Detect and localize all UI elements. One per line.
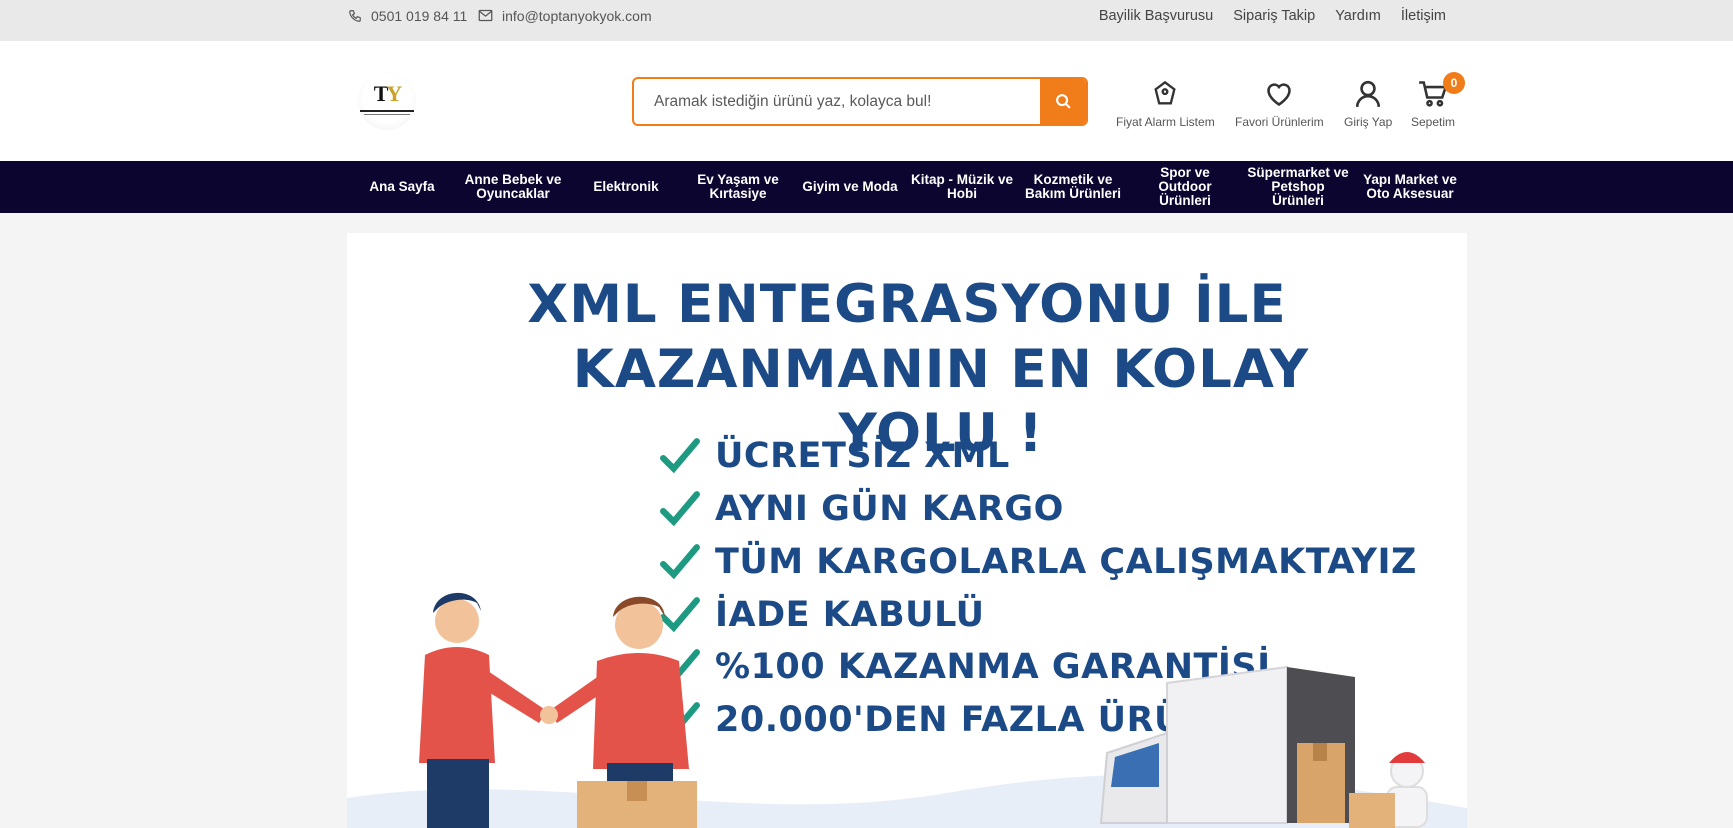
favorites-label: Favori Ürünlerim <box>1235 115 1324 129</box>
phone-icon <box>349 9 361 22</box>
mail-icon <box>478 9 493 22</box>
phone-number: 0501 019 84 11 <box>371 7 468 24</box>
nav-item-home[interactable]: Ana Sayfa <box>360 161 444 213</box>
feature-text: İADE KABULÜ <box>715 595 985 635</box>
cart-label: Sepetim <box>1411 115 1456 129</box>
banner-title-line1: XML ENTEGRASYONU İLE <box>527 274 1287 335</box>
site-logo[interactable]: TY <box>358 72 416 130</box>
handshake-illustration <box>419 592 697 828</box>
top-links: Bayilik Başvurusu Sipariş Takip Yardım İ… <box>1099 0 1446 31</box>
search-box <box>632 77 1088 126</box>
user-icon <box>1356 80 1381 108</box>
nav-item-books-music[interactable]: Kitap - Müzik ve Hobi <box>908 161 1016 213</box>
checkmark-icon <box>660 438 700 474</box>
nav-item-sports[interactable]: Spor ve Outdoor Ürünleri <box>1132 161 1238 213</box>
feature-text: TÜM KARGOLARLA ÇALIŞMAKTAYIZ <box>715 542 1417 582</box>
price-tag-icon <box>1154 80 1176 105</box>
price-alarm-button[interactable]: Fiyat Alarm Listem <box>1116 77 1215 129</box>
nav-item-supermarket[interactable]: Süpermarket ve Petshop Ürünleri <box>1244 161 1352 213</box>
phone-contact[interactable]: 0501 019 84 11 <box>348 0 467 31</box>
hero-banner[interactable]: XML ENTEGRASYONU İLE KAZANMANIN EN KOLAY… <box>347 233 1467 828</box>
link-order-tracking[interactable]: Sipariş Takip <box>1233 8 1315 24</box>
link-help[interactable]: Yardım <box>1335 8 1381 24</box>
top-bar: 0501 019 84 11 info@toptanyokyok.com Bay… <box>0 0 1733 41</box>
heart-icon <box>1267 83 1292 107</box>
delivery-truck-illustration <box>1099 665 1428 828</box>
feature-item: ÜCRETSİZ XML <box>659 433 1010 479</box>
email-address: info@toptanyokyok.com <box>502 7 652 24</box>
login-label: Giriş Yap <box>1344 115 1393 129</box>
category-nav: Ana Sayfa Anne Bebek ve Oyuncaklar Elekt… <box>0 161 1733 213</box>
nav-item-fashion[interactable]: Giyim ve Moda <box>798 161 902 213</box>
nav-item-cosmetics[interactable]: Kozmetik ve Bakım Ürünleri <box>1022 161 1124 213</box>
search-input[interactable] <box>634 79 1042 124</box>
feature-text: ÜCRETSİZ XML <box>715 436 1010 476</box>
search-button[interactable] <box>1040 79 1086 124</box>
logo-monogram: TY <box>373 81 403 106</box>
nav-item-electronics[interactable]: Elektronik <box>584 161 668 213</box>
nav-item-home-stationery[interactable]: Ev Yaşam ve Kırtasiye <box>684 161 792 213</box>
login-button[interactable]: Giriş Yap <box>1344 77 1392 129</box>
feature-item: TÜM KARGOLARLA ÇALIŞMAKTAYIZ <box>659 539 1417 585</box>
cart-count-badge: 0 <box>1443 72 1465 94</box>
nav-item-baby-toys[interactable]: Anne Bebek ve Oyuncaklar <box>458 161 568 213</box>
checkmark-icon <box>660 491 700 527</box>
feature-text: AYNI GÜN KARGO <box>715 489 1064 529</box>
link-contact[interactable]: İletişim <box>1401 8 1446 24</box>
link-dealer-application[interactable]: Bayilik Başvurusu <box>1099 8 1213 24</box>
price-alarm-label: Fiyat Alarm Listem <box>1116 115 1215 129</box>
feature-item: AYNI GÜN KARGO <box>659 486 1064 532</box>
header: TY Fiyat Alarm Listem Favori Ürünlerim G… <box>0 41 1733 161</box>
email-contact[interactable]: info@toptanyokyok.com <box>478 0 652 31</box>
nav-item-hardware[interactable]: Yapı Market ve Oto Aksesuar <box>1358 161 1462 213</box>
search-icon <box>1055 94 1071 109</box>
favorites-button[interactable]: Favori Ürünlerim <box>1235 77 1324 129</box>
